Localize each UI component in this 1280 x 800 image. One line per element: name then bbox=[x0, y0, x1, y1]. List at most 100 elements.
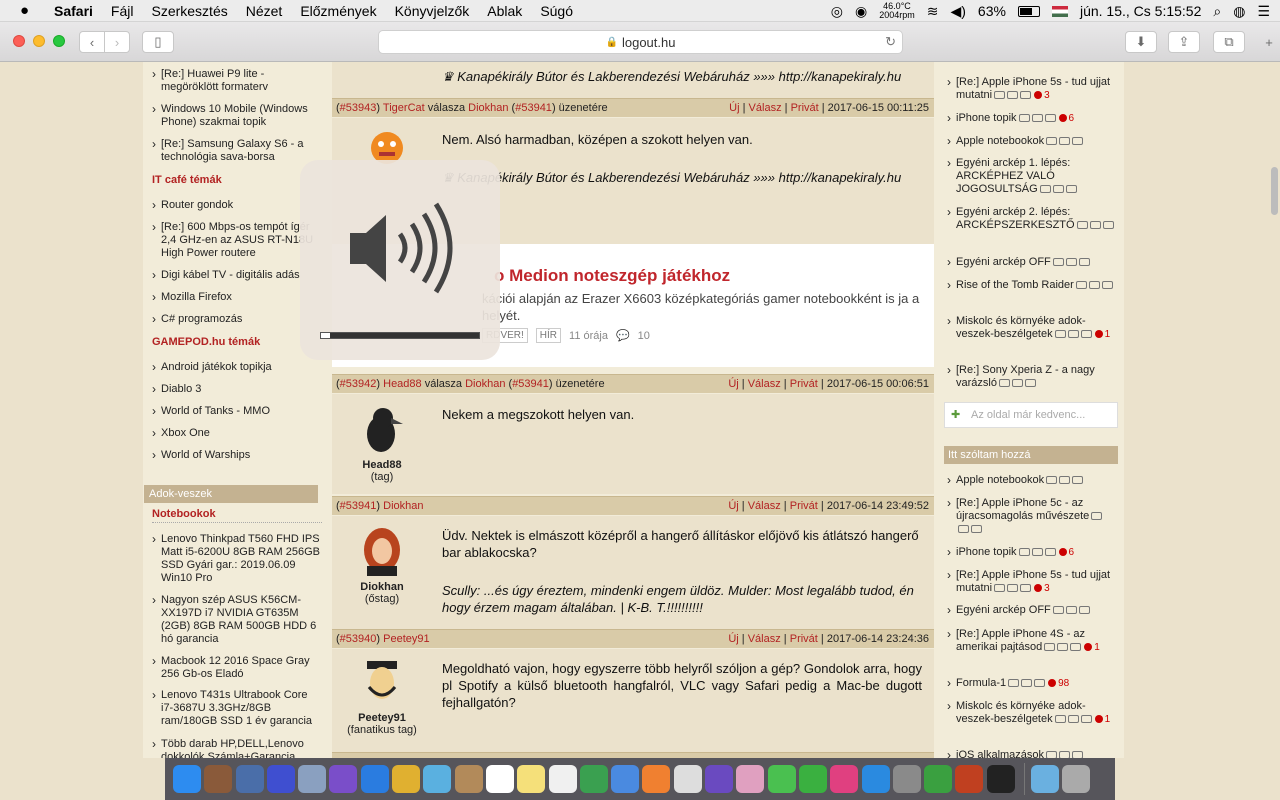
address-bar[interactable]: 🔒 logout.hu ↻ bbox=[378, 30, 903, 54]
topic-link[interactable]: Egyéni arckép 2. lépés: ARCKÉPSZERKESZTŐ bbox=[944, 206, 1114, 232]
topic-status-icon[interactable] bbox=[1065, 606, 1077, 615]
ad-tag[interactable]: HÍR bbox=[535, 328, 562, 343]
reply-to-link[interactable]: Diokhan bbox=[465, 378, 505, 390]
photo-booth-icon[interactable] bbox=[204, 765, 233, 793]
topic-status-icon[interactable] bbox=[1052, 606, 1064, 615]
launchpad-icon[interactable] bbox=[298, 765, 327, 793]
topic-link[interactable]: [Re:] Apple iPhone 5s - tud ujjat mutatn… bbox=[944, 569, 1114, 595]
siri-menu-icon[interactable]: ◍ bbox=[1233, 3, 1245, 20]
topic-link[interactable]: Egyéni arckép OFF bbox=[944, 604, 1114, 617]
topic-link[interactable]: Egyéni arckép OFF bbox=[944, 256, 1114, 269]
post-number-link[interactable]: #53942 bbox=[340, 378, 377, 390]
left-link[interactable]: Windows 10 Mobile (Windows Phone) szakma… bbox=[152, 103, 322, 129]
wifi-icon[interactable]: ≋ bbox=[927, 3, 939, 20]
topic-link[interactable]: [Re:] Sony Xperia Z - a nagy varázsló bbox=[944, 364, 1114, 390]
topic-link[interactable]: Miskolc és környéke adok-veszek-beszélge… bbox=[944, 315, 1114, 341]
left-link[interactable]: World of Warships bbox=[152, 449, 322, 462]
private-link[interactable]: Privát bbox=[790, 378, 818, 390]
notification-center-icon[interactable]: ☰ bbox=[1257, 3, 1270, 20]
topic-status-icon[interactable] bbox=[1091, 512, 1103, 521]
private-link[interactable]: Privát bbox=[790, 500, 818, 512]
topic-status-icon[interactable] bbox=[1021, 679, 1033, 688]
menu-window[interactable]: Ablak bbox=[487, 3, 522, 19]
topic-status-icon[interactable] bbox=[1007, 584, 1019, 593]
topic-status-icon[interactable] bbox=[1039, 185, 1051, 194]
facetime-icon[interactable] bbox=[798, 765, 827, 793]
notes-icon[interactable] bbox=[517, 765, 546, 793]
contacts-icon[interactable] bbox=[454, 765, 483, 793]
post-number-link[interactable]: #53941 bbox=[340, 500, 377, 512]
topic-status-icon[interactable] bbox=[1054, 715, 1066, 724]
menu-bookmarks[interactable]: Könyvjelzők bbox=[395, 3, 470, 19]
left-link[interactable]: Mozilla Firefox bbox=[152, 291, 322, 304]
topic-status-icon[interactable] bbox=[1101, 281, 1113, 290]
mission-control-icon[interactable] bbox=[235, 765, 264, 793]
topic-link[interactable]: Apple notebookok bbox=[944, 474, 1114, 487]
author-link[interactable]: Diokhan bbox=[383, 500, 423, 512]
topic-link[interactable]: Apple notebookok bbox=[944, 135, 1114, 148]
chrome-icon[interactable] bbox=[392, 765, 421, 793]
topic-title[interactable]: [Re:] Apple iPhone 5c - az újracsomagolá… bbox=[956, 497, 1089, 522]
topic-title[interactable]: Miskolc és környéke adok-veszek-beszélge… bbox=[956, 315, 1086, 340]
ad-comment-count[interactable]: 10 bbox=[638, 330, 650, 342]
left-link[interactable]: [Re:] Huawei P9 lite - megöröklött forma… bbox=[152, 68, 322, 94]
topic-status-icon[interactable] bbox=[1102, 221, 1114, 230]
siri-icon[interactable] bbox=[266, 765, 295, 793]
topic-status-icon[interactable] bbox=[1020, 584, 1032, 593]
topic-status-icon[interactable] bbox=[1088, 281, 1100, 290]
flash-icon[interactable] bbox=[955, 765, 984, 793]
topic-status-icon[interactable] bbox=[1046, 476, 1058, 485]
topic-title[interactable]: iPhone topik bbox=[956, 112, 1017, 124]
terminal-icon[interactable] bbox=[986, 765, 1015, 793]
scrollbar[interactable] bbox=[1271, 167, 1278, 215]
left-link[interactable]: Router gondok bbox=[152, 199, 322, 212]
topic-title[interactable]: Apple notebookok bbox=[956, 135, 1044, 147]
viber-status-icon[interactable]: ◉ bbox=[855, 3, 867, 20]
topic-status-icon[interactable] bbox=[1054, 330, 1066, 339]
reply-to-link[interactable]: Diokhan bbox=[468, 102, 508, 114]
numbers-icon[interactable] bbox=[579, 765, 608, 793]
private-link[interactable]: Privát bbox=[791, 102, 819, 114]
topic-title[interactable]: Apple notebookok bbox=[956, 474, 1044, 486]
calendar-icon[interactable] bbox=[485, 765, 514, 793]
topic-title[interactable]: Miskolc és környéke adok-veszek-beszélge… bbox=[956, 700, 1086, 725]
post-number-link[interactable]: #53943 bbox=[340, 102, 377, 114]
left-link[interactable]: [Re:] 600 Mbps-os tempót ígér 2,4 GHz-en… bbox=[152, 221, 322, 261]
share-button[interactable]: ⇪ bbox=[1168, 31, 1200, 53]
topic-status-icon[interactable] bbox=[1070, 643, 1082, 652]
app-store-icon[interactable] bbox=[861, 765, 890, 793]
menu-safari[interactable]: Safari bbox=[54, 3, 93, 19]
private-link[interactable]: Privát bbox=[790, 633, 818, 645]
keynote-icon[interactable] bbox=[611, 765, 640, 793]
topic-link[interactable]: Miskolc és környéke adok-veszek-beszélge… bbox=[944, 700, 1114, 726]
post-number-link[interactable]: #53940 bbox=[340, 633, 377, 645]
avatar[interactable]: Head88 (tag) bbox=[347, 404, 417, 483]
reply-link[interactable]: Válasz bbox=[748, 500, 781, 512]
author-link[interactable]: TigerCat bbox=[383, 102, 425, 114]
menu-file[interactable]: Fájl bbox=[111, 3, 134, 19]
topic-link[interactable]: Formula-1 98 bbox=[944, 677, 1114, 690]
author-name[interactable]: Head88 bbox=[347, 459, 417, 471]
new-link[interactable]: Új bbox=[728, 633, 738, 645]
clock[interactable]: jún. 15., Cs 5:15:52 bbox=[1080, 3, 1201, 19]
topic-status-icon[interactable] bbox=[998, 379, 1010, 388]
photos-icon[interactable] bbox=[736, 765, 765, 793]
topic-link[interactable]: iOS alkalmazások bbox=[944, 749, 1114, 758]
left-link[interactable]: Xbox One bbox=[152, 427, 322, 440]
left-link[interactable]: Diablo 3 bbox=[152, 383, 322, 396]
trash-icon[interactable] bbox=[1062, 765, 1091, 793]
gamepod-section-title[interactable]: GAMEPOD.hu témák bbox=[152, 336, 260, 348]
reload-icon[interactable]: ↻ bbox=[885, 34, 896, 50]
new-link[interactable]: Új bbox=[728, 378, 738, 390]
topic-link[interactable]: iPhone topik 6 bbox=[944, 546, 1114, 559]
topic-status-icon[interactable] bbox=[1057, 643, 1069, 652]
topic-status-icon[interactable] bbox=[1011, 379, 1023, 388]
topic-status-icon[interactable] bbox=[1089, 221, 1101, 230]
new-comment-count[interactable]: 6 bbox=[1056, 113, 1075, 124]
author-link[interactable]: Peetey91 bbox=[383, 633, 429, 645]
new-link[interactable]: Új bbox=[728, 500, 738, 512]
battery-percent[interactable]: 63% bbox=[978, 3, 1006, 19]
topic-link[interactable]: [Re:] Apple iPhone 4S - az amerikai pajt… bbox=[944, 628, 1114, 654]
tabs-overview-button[interactable]: ⧉ bbox=[1213, 31, 1245, 53]
topic-status-icon[interactable] bbox=[1076, 221, 1088, 230]
